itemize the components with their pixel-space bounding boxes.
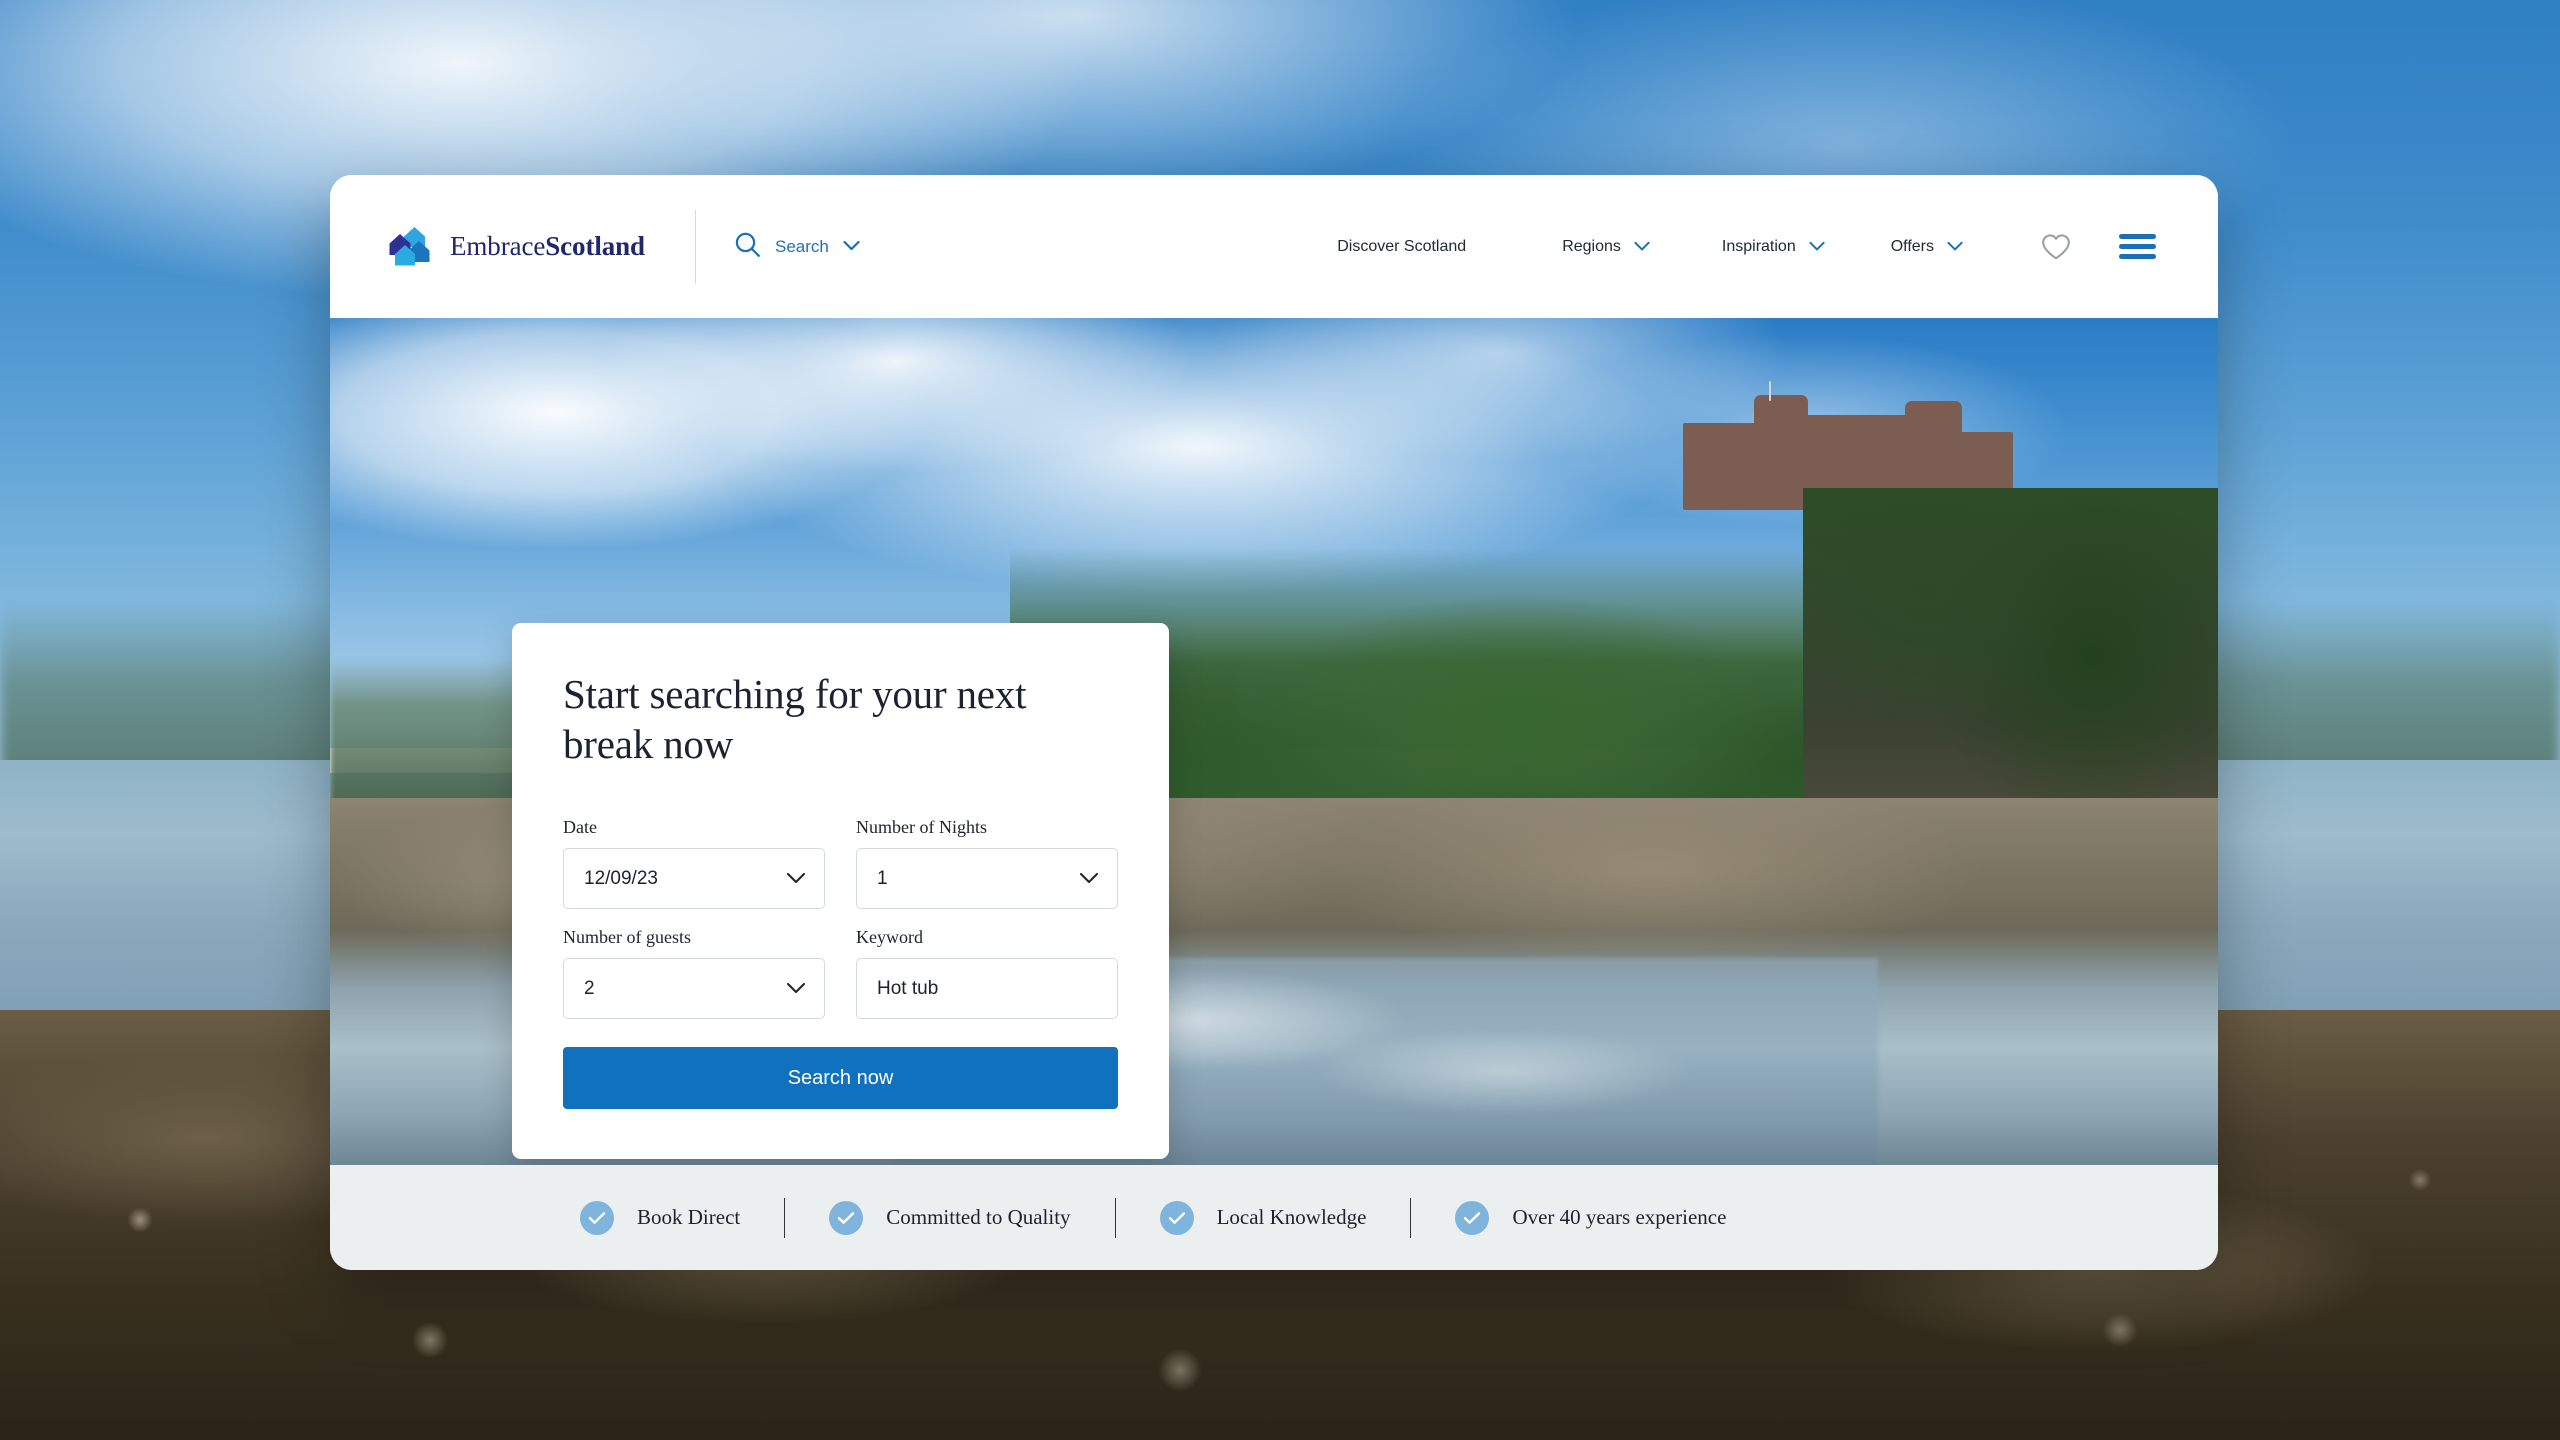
- nav-label: Inspiration: [1721, 237, 1796, 255]
- field-label-keyword: Keyword: [856, 927, 923, 948]
- field-keyword: Keyword Hot tub: [856, 927, 1118, 1020]
- hamburger-bar: [2119, 244, 2156, 249]
- nav-label: Regions: [1562, 237, 1621, 255]
- nav-label: Discover Scotland: [1337, 237, 1467, 255]
- nights-select[interactable]: 1: [856, 848, 1118, 910]
- search-panel: Start searching for your next break now …: [512, 623, 1169, 1160]
- trust-divider: [784, 1197, 786, 1238]
- trust-label: Over 40 years experience: [1512, 1205, 1727, 1229]
- hamburger-menu-icon[interactable]: [2119, 234, 2156, 259]
- primary-navigation: Discover Scotland Regions Inspiration Of…: [1337, 233, 2156, 261]
- keyword-input[interactable]: Hot tub: [856, 958, 1118, 1020]
- check-circle-icon: [580, 1200, 614, 1235]
- trust-bar: Book Direct Committed to Quality Local K…: [330, 1165, 2218, 1270]
- trust-item-committed-to-quality: Committed to Quality: [829, 1200, 1071, 1235]
- check-circle-icon: [1455, 1200, 1490, 1235]
- field-nights: Number of Nights 1: [856, 817, 1118, 910]
- field-guests: Number of guests 2: [563, 927, 825, 1020]
- chevron-down-icon: [843, 238, 860, 256]
- chevron-down-icon: [1947, 238, 1963, 256]
- nav-item-inspiration[interactable]: Inspiration: [1722, 238, 1825, 256]
- search-panel-heading: Start searching for your next break now: [563, 671, 1027, 768]
- date-select[interactable]: 12/09/23: [563, 848, 825, 910]
- trust-divider: [1114, 1197, 1116, 1238]
- header-divider: [694, 209, 696, 284]
- chevron-down-icon: [786, 868, 806, 890]
- website-container: EmbraceScotland Search Discover Scotland: [330, 175, 2218, 1270]
- header-search-toggle[interactable]: Search: [734, 231, 860, 263]
- search-fields-grid: Date 12/09/23 Number of Nights 1 Number …: [563, 817, 1118, 1020]
- trust-label: Committed to Quality: [886, 1205, 1071, 1229]
- brand-logo-link[interactable]: EmbraceScotland: [388, 225, 645, 269]
- hero-section: Start searching for your next break now …: [330, 318, 2218, 1165]
- field-label-guests: Number of guests: [563, 927, 691, 948]
- guests-select[interactable]: 2: [563, 958, 825, 1020]
- trust-label: Local Knowledge: [1216, 1205, 1367, 1229]
- nav-item-offers[interactable]: Offers: [1891, 238, 1963, 256]
- site-header: EmbraceScotland Search Discover Scotland: [330, 175, 2218, 318]
- check-circle-icon: [1159, 1200, 1194, 1235]
- trust-item-book-direct: Book Direct: [580, 1200, 741, 1235]
- field-label-date: Date: [563, 817, 597, 838]
- date-select-value: 12/09/23: [584, 867, 658, 889]
- chevron-down-icon: [1079, 868, 1099, 890]
- guests-select-value: 2: [584, 977, 595, 999]
- heart-icon[interactable]: [2041, 233, 2071, 261]
- hamburger-bar: [2119, 234, 2156, 239]
- chevron-down-icon: [1634, 238, 1650, 256]
- trust-label: Book Direct: [637, 1205, 741, 1229]
- brand-wordmark: EmbraceScotland: [450, 231, 645, 262]
- field-label-nights: Number of Nights: [856, 817, 987, 838]
- search-icon: [734, 231, 761, 263]
- header-search-label: Search: [774, 236, 829, 256]
- hamburger-bar: [2119, 254, 2156, 259]
- brand-name-bold: Scotland: [545, 231, 645, 261]
- keyword-input-value: Hot tub: [877, 977, 939, 999]
- search-now-button[interactable]: Search now: [563, 1047, 1118, 1110]
- nights-select-value: 1: [877, 867, 888, 889]
- brand-name-light: Embrace: [450, 231, 546, 261]
- check-circle-icon: [829, 1200, 864, 1235]
- field-date: Date 12/09/23: [563, 817, 825, 910]
- nav-item-discover-scotland[interactable]: Discover Scotland: [1337, 238, 1466, 256]
- nav-item-regions[interactable]: Regions: [1562, 238, 1650, 256]
- trust-item-local-knowledge: Local Knowledge: [1159, 1200, 1367, 1235]
- trust-item-over-40-years-experience: Over 40 years experience: [1455, 1200, 1727, 1235]
- chevron-down-icon: [1809, 238, 1825, 256]
- trust-divider: [1410, 1197, 1412, 1238]
- house-cluster-logo-icon: [388, 225, 434, 269]
- chevron-down-icon: [786, 978, 806, 1000]
- nav-label: Offers: [1890, 237, 1934, 255]
